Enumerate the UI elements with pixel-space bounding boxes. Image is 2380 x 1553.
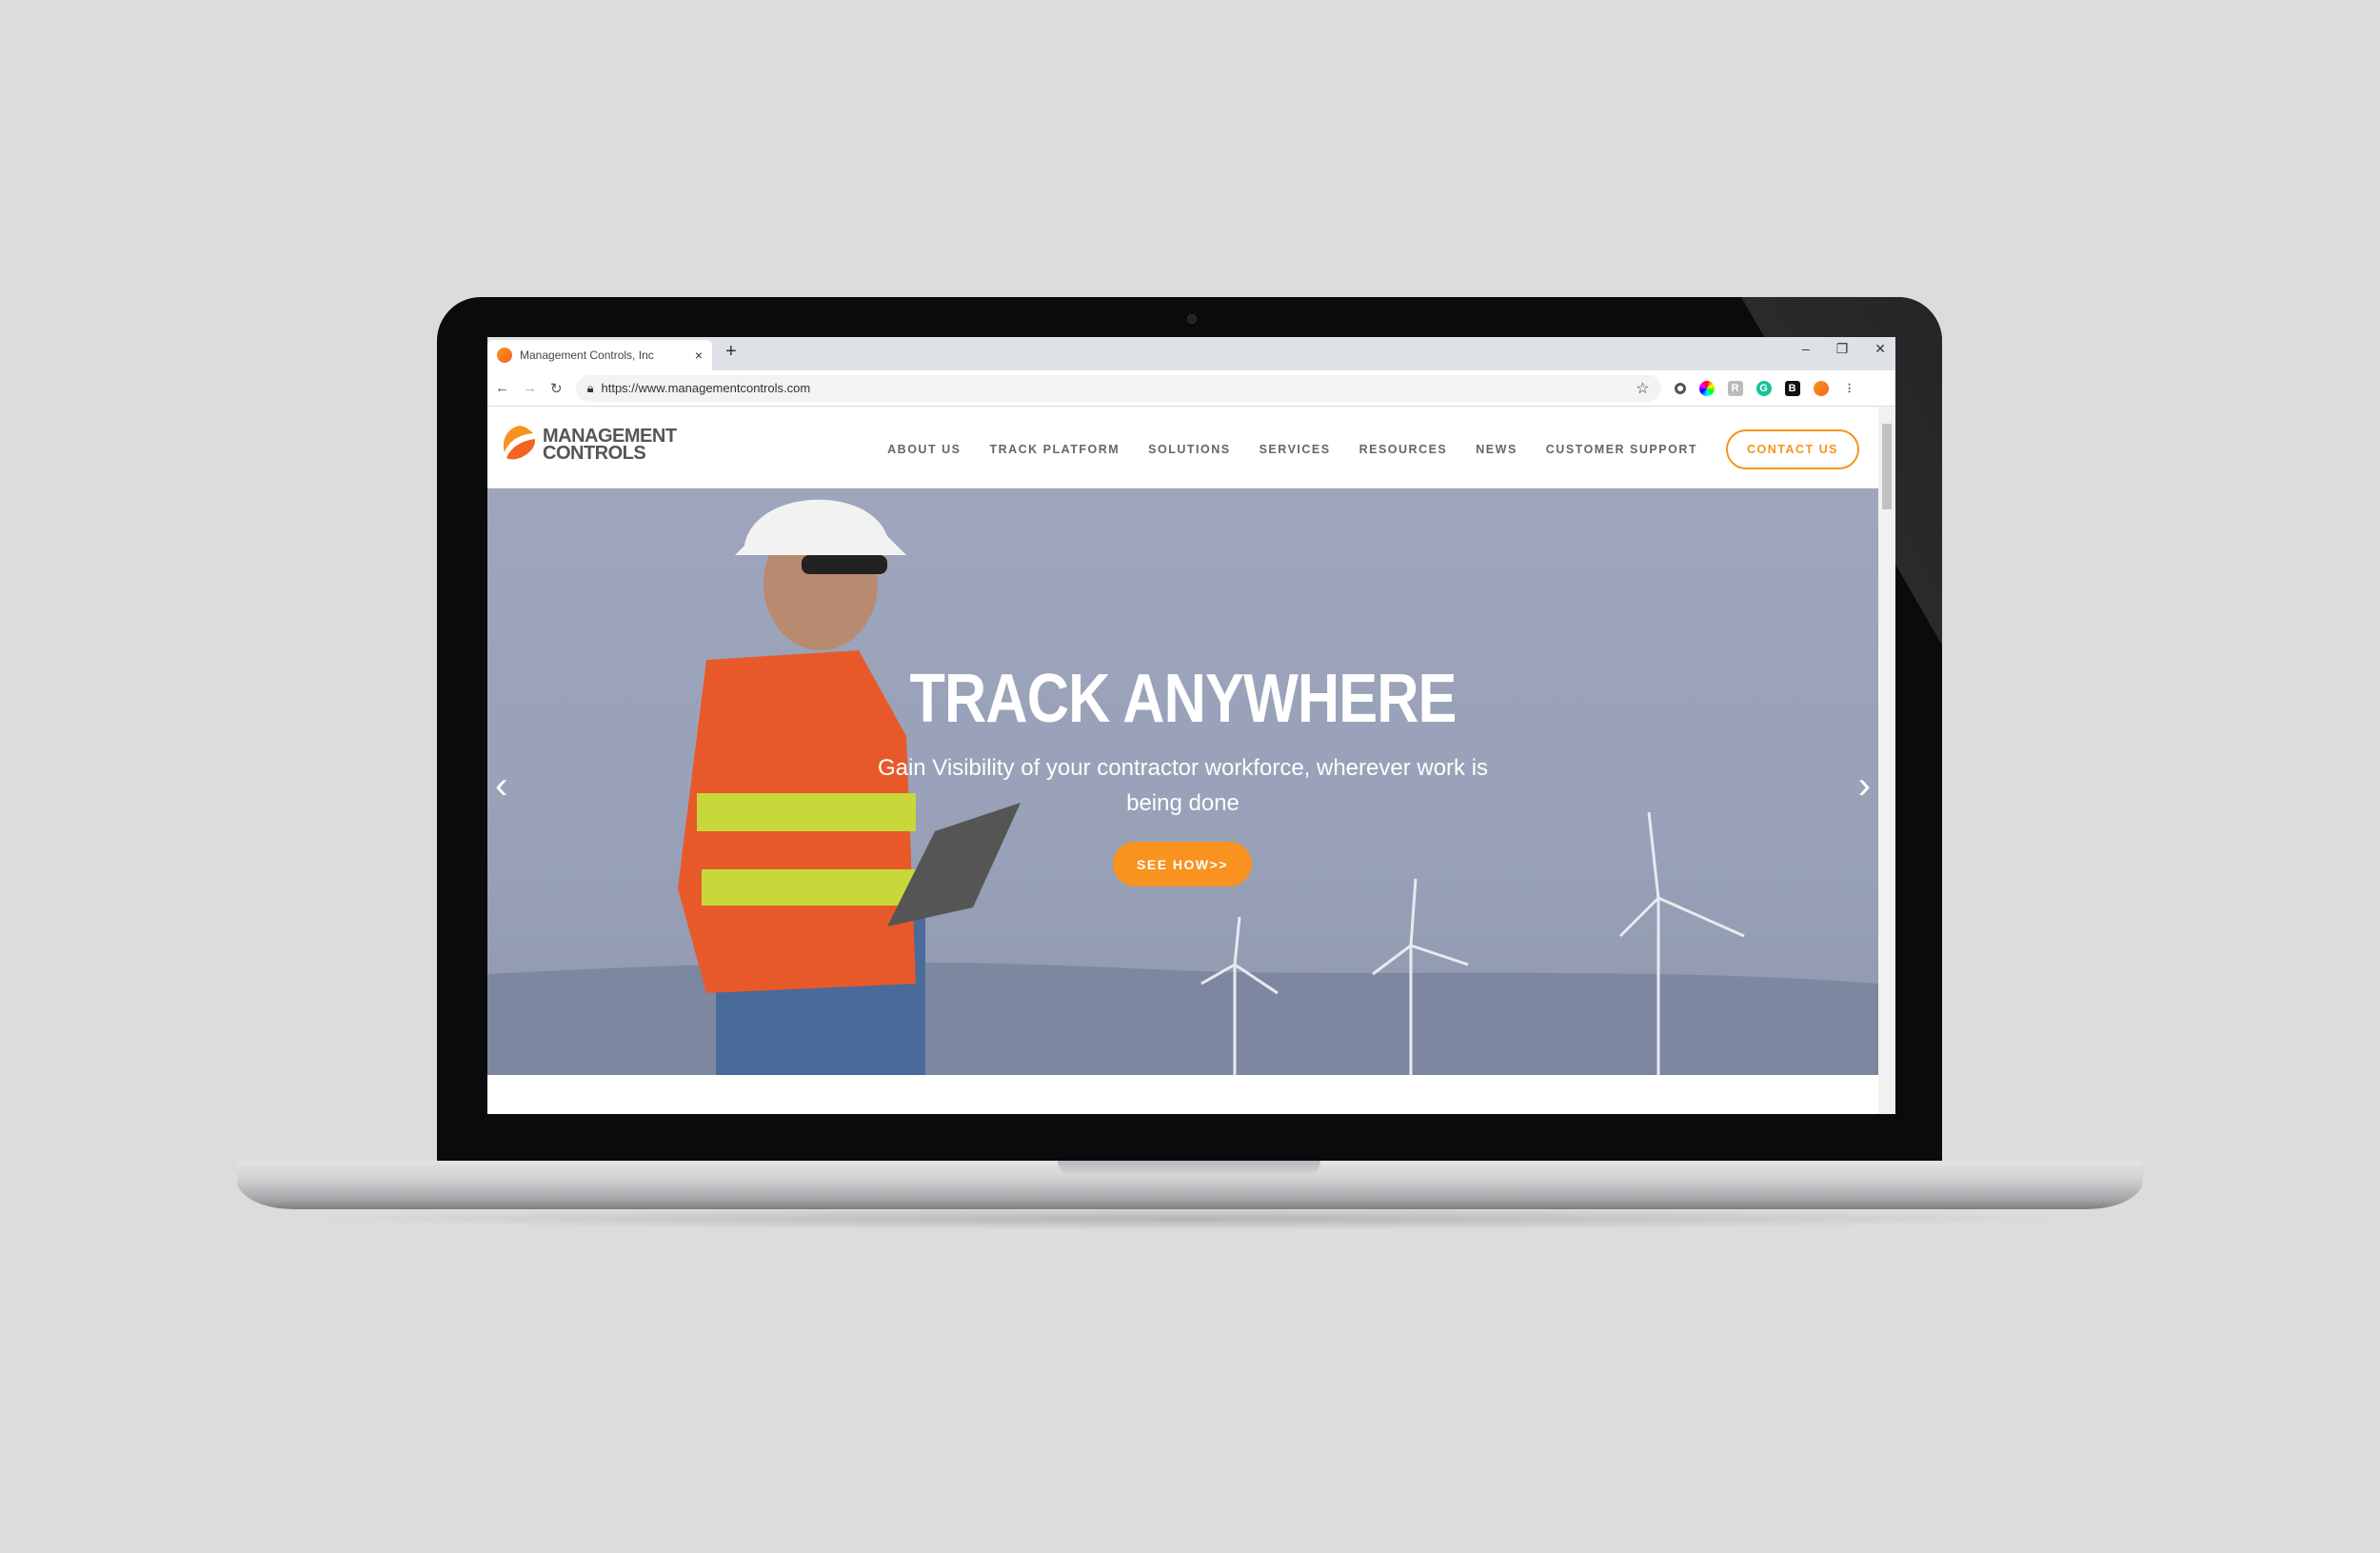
menu-kebab-icon[interactable]: ⋮ [1842,381,1857,396]
hero-title: TRACK ANYWHERE [909,661,1457,737]
slider-next-arrow-icon[interactable]: › [1858,765,1871,807]
site-header: MANAGEMENT CONTROLS ABOUT US TRACK PLATF… [487,407,1878,488]
scrollbar-thumb[interactable] [1882,424,1892,509]
laptop-notch [1058,1161,1320,1176]
laptop-base [237,1161,2143,1209]
extension-mc-icon[interactable] [1813,380,1829,396]
extension-opera-icon[interactable] [1674,382,1686,394]
extension-r-icon[interactable]: R [1727,380,1743,396]
nav-news[interactable]: NEWS [1476,443,1517,456]
nav-solutions[interactable]: SOLUTIONS [1148,443,1230,456]
hero-slider: TRACK ANYWHERE Gain Visibility of your c… [487,488,1878,1075]
tab-title: Management Controls, Inc [520,348,654,362]
logo-line2: CONTROLS [543,443,646,464]
nav-about-us[interactable]: ABOUT US [887,443,961,456]
page-scrollbar[interactable] [1878,407,1895,1114]
favicon-icon [497,348,512,363]
address-bar[interactable]: 🔒︎ https://www.managementcontrols.com ☆ [575,374,1661,402]
browser-window: Management Controls, Inc × + – ❐ ✕ ← → ↻… [487,337,1895,1114]
minimize-button[interactable]: – [1802,341,1810,357]
restore-button[interactable]: ❐ [1836,341,1849,357]
forward-icon[interactable]: → [523,380,537,396]
extension-grammarly-icon[interactable]: G [1755,380,1772,396]
bookmark-star-icon[interactable]: ☆ [1636,379,1649,398]
extension-color-icon[interactable] [1698,380,1715,396]
main-nav: ABOUT US TRACK PLATFORM SOLUTIONS SERVIC… [887,429,1859,469]
hero-subtitle: Gain Visibility of your contractor workf… [877,755,1489,816]
laptop-shadow [286,1207,2094,1230]
slider-prev-arrow-icon[interactable]: ‹ [495,765,507,807]
extension-b-icon[interactable]: B [1784,380,1800,396]
new-tab-button[interactable]: + [725,341,737,363]
reload-icon[interactable]: ↻ [550,380,563,397]
back-icon[interactable]: ← [495,380,509,396]
close-window-button[interactable]: ✕ [1874,341,1886,357]
lock-icon: 🔒︎ [586,380,594,395]
nav-customer-support[interactable]: CUSTOMER SUPPORT [1546,443,1697,456]
logo[interactable]: MANAGEMENT CONTROLS [501,424,677,466]
nav-resources[interactable]: RESOURCES [1359,443,1448,456]
see-how-button[interactable]: SEE HOW>> [1113,842,1252,886]
toolbar: ← → ↻ 🔒︎ https://www.managementcontrols.… [487,370,1895,407]
nav-services[interactable]: SERVICES [1259,443,1331,456]
tab-strip: Management Controls, Inc × + – ❐ ✕ [487,337,1895,370]
tab-close-icon[interactable]: × [695,348,703,363]
url-text[interactable]: https://www.managementcontrols.com [602,381,811,395]
contact-us-button[interactable]: CONTACT US [1725,429,1859,469]
browser-tab[interactable]: Management Controls, Inc × [487,340,712,370]
logo-swoosh-icon [503,426,536,460]
nav-track-platform[interactable]: TRACK PLATFORM [989,443,1120,456]
webcam [1187,314,1197,324]
